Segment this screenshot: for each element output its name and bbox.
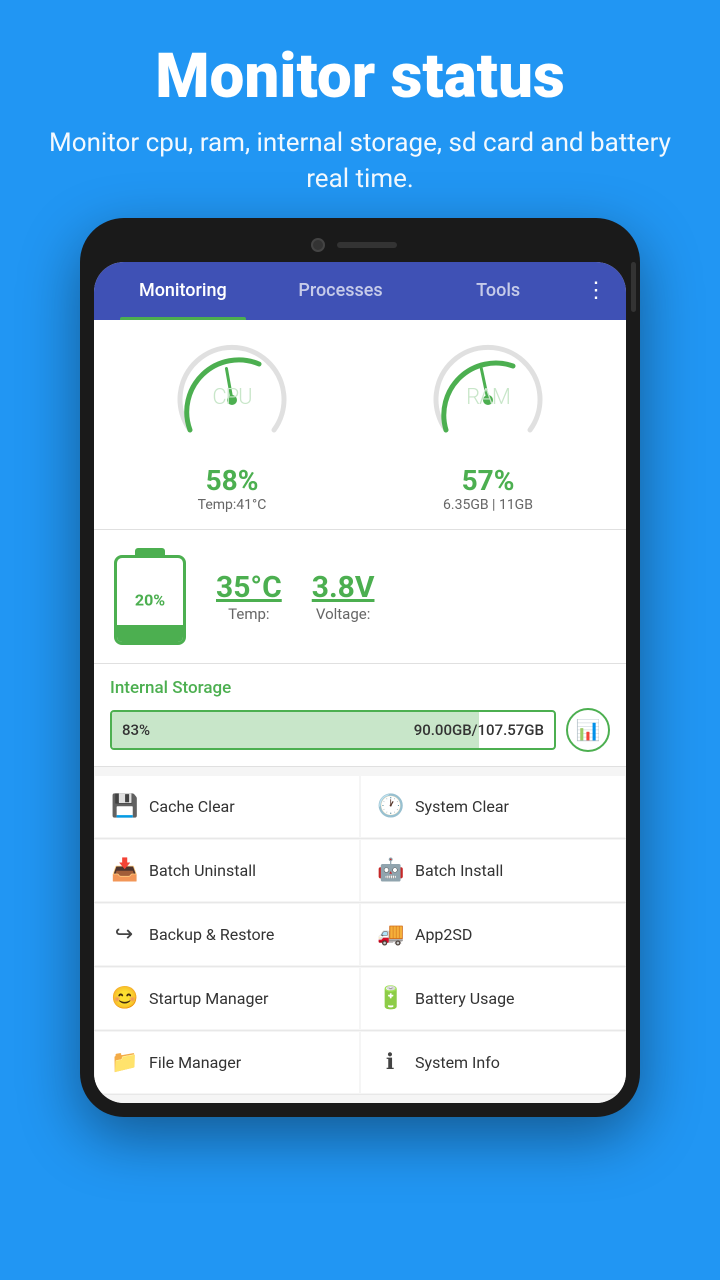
phone-camera (311, 238, 325, 252)
backup-restore-icon: ↪ (111, 922, 137, 947)
storage-values: 90.00GB/107.57GB (414, 721, 544, 739)
bar-chart-icon: 📊 (576, 718, 601, 742)
gauges-section: CPU 58% Temp:41°C RAM 57% 6.35GB | (94, 320, 626, 530)
startup-manager-label: Startup Manager (149, 989, 268, 1008)
file-manager-icon: 📁 (111, 1050, 137, 1075)
phone-top-bar (94, 232, 626, 262)
phone-mockup: Monitoring Processes Tools ⋮ (80, 218, 640, 1117)
batch-uninstall-label: Batch Uninstall (149, 861, 256, 880)
battery-usage-label: Battery Usage (415, 989, 515, 1008)
system-info-label: System Info (415, 1053, 500, 1072)
app2sd-icon: 🚚 (377, 922, 403, 947)
system-info-icon: ℹ (377, 1050, 403, 1075)
cpu-percent: 58% (206, 464, 259, 497)
batch-install-label: Batch Install (415, 861, 503, 880)
tool-row-2: 📥 Batch Uninstall 🤖 Batch Install (94, 839, 626, 903)
header-section: Monitor status Monitor cpu, ram, interna… (0, 0, 720, 218)
file-manager-label: File Manager (149, 1053, 241, 1072)
tool-battery-usage[interactable]: 🔋 Battery Usage (361, 968, 625, 1029)
tool-backup-restore[interactable]: ↪ Backup & Restore (95, 904, 359, 965)
battery-percent: 20% (135, 590, 165, 609)
cpu-temp: Temp:41°C (198, 497, 267, 513)
tool-row-4: 😊 Startup Manager 🔋 Battery Usage (94, 967, 626, 1031)
battery-section: 20% 35°C Temp: 3.8V Voltage: (94, 530, 626, 664)
tool-app2sd[interactable]: 🚚 App2SD (361, 904, 625, 965)
app-bar: Monitoring Processes Tools ⋮ (94, 262, 626, 320)
storage-section: Internal Storage 83% 90.00GB/107.57GB 📊 (94, 664, 626, 767)
system-clear-label: System Clear (415, 797, 509, 816)
batch-uninstall-icon: 📥 (111, 858, 137, 883)
system-clear-icon: 🕐 (377, 794, 403, 819)
tab-monitoring[interactable]: Monitoring (104, 262, 262, 320)
startup-manager-icon: 😊 (111, 986, 137, 1011)
app-bar-tabs: Monitoring Processes Tools (104, 262, 577, 320)
ram-label: RAM (466, 385, 510, 410)
tools-section: 💾 Cache Clear 🕐 System Clear 📥 Batch Uni… (94, 767, 626, 1103)
tab-processes[interactable]: Processes (262, 262, 420, 320)
page-subtitle: Monitor cpu, ram, internal storage, sd c… (40, 125, 680, 198)
storage-percent: 83% (122, 721, 150, 739)
cpu-label: CPU (212, 385, 251, 410)
battery-fill (117, 625, 183, 642)
battery-usage-icon: 🔋 (377, 986, 403, 1011)
storage-chart-button[interactable]: 📊 (566, 708, 610, 752)
more-options-button[interactable]: ⋮ (577, 270, 616, 311)
tool-file-manager[interactable]: 📁 File Manager (95, 1032, 359, 1093)
tab-tools[interactable]: Tools (419, 262, 577, 320)
battery-voltage-value: 3.8V (312, 570, 375, 605)
tool-batch-uninstall[interactable]: 📥 Batch Uninstall (95, 840, 359, 901)
cache-clear-icon: 💾 (111, 794, 137, 819)
battery-stats: 35°C Temp: 3.8V Voltage: (216, 570, 374, 623)
storage-bar-text: 83% 90.00GB/107.57GB (112, 721, 554, 739)
tool-row-3: ↪ Backup & Restore 🚚 App2SD (94, 903, 626, 967)
page-title: Monitor status (40, 40, 680, 113)
tool-row-5: 📁 File Manager ℹ System Info (94, 1031, 626, 1095)
batch-install-icon: 🤖 (377, 858, 403, 883)
tool-batch-install[interactable]: 🤖 Batch Install (361, 840, 625, 901)
ram-sub: 6.35GB | 11GB (443, 497, 533, 513)
app2sd-label: App2SD (415, 925, 472, 944)
phone-screen: Monitoring Processes Tools ⋮ (94, 262, 626, 1103)
cpu-gauge-circle: CPU (172, 340, 292, 460)
storage-bar-container: 83% 90.00GB/107.57GB 📊 (110, 708, 610, 752)
tool-cache-clear[interactable]: 💾 Cache Clear (95, 776, 359, 837)
battery-temp-label: Temp: (228, 605, 269, 623)
storage-title: Internal Storage (110, 678, 610, 698)
ram-gauge-circle: RAM (428, 340, 548, 460)
battery-icon: 20% (114, 548, 186, 645)
battery-voltage-label: Voltage: (316, 605, 371, 623)
cpu-gauge: CPU 58% Temp:41°C (172, 340, 292, 513)
tool-startup-manager[interactable]: 😊 Startup Manager (95, 968, 359, 1029)
tool-system-info[interactable]: ℹ System Info (361, 1032, 625, 1093)
tool-row-1: 💾 Cache Clear 🕐 System Clear (94, 775, 626, 839)
phone-speaker (337, 242, 397, 248)
battery-temp-stat: 35°C Temp: (216, 570, 282, 623)
ram-percent: 57% (462, 464, 515, 497)
cache-clear-label: Cache Clear (149, 797, 235, 816)
battery-body: 20% (114, 555, 186, 645)
battery-voltage-stat: 3.8V Voltage: (312, 570, 375, 623)
tool-system-clear[interactable]: 🕐 System Clear (361, 776, 625, 837)
storage-bar: 83% 90.00GB/107.57GB (110, 710, 556, 750)
backup-restore-label: Backup & Restore (149, 925, 274, 944)
phone-side-button (631, 262, 636, 312)
battery-temp-value: 35°C (216, 570, 282, 605)
ram-gauge: RAM 57% 6.35GB | 11GB (428, 340, 548, 513)
